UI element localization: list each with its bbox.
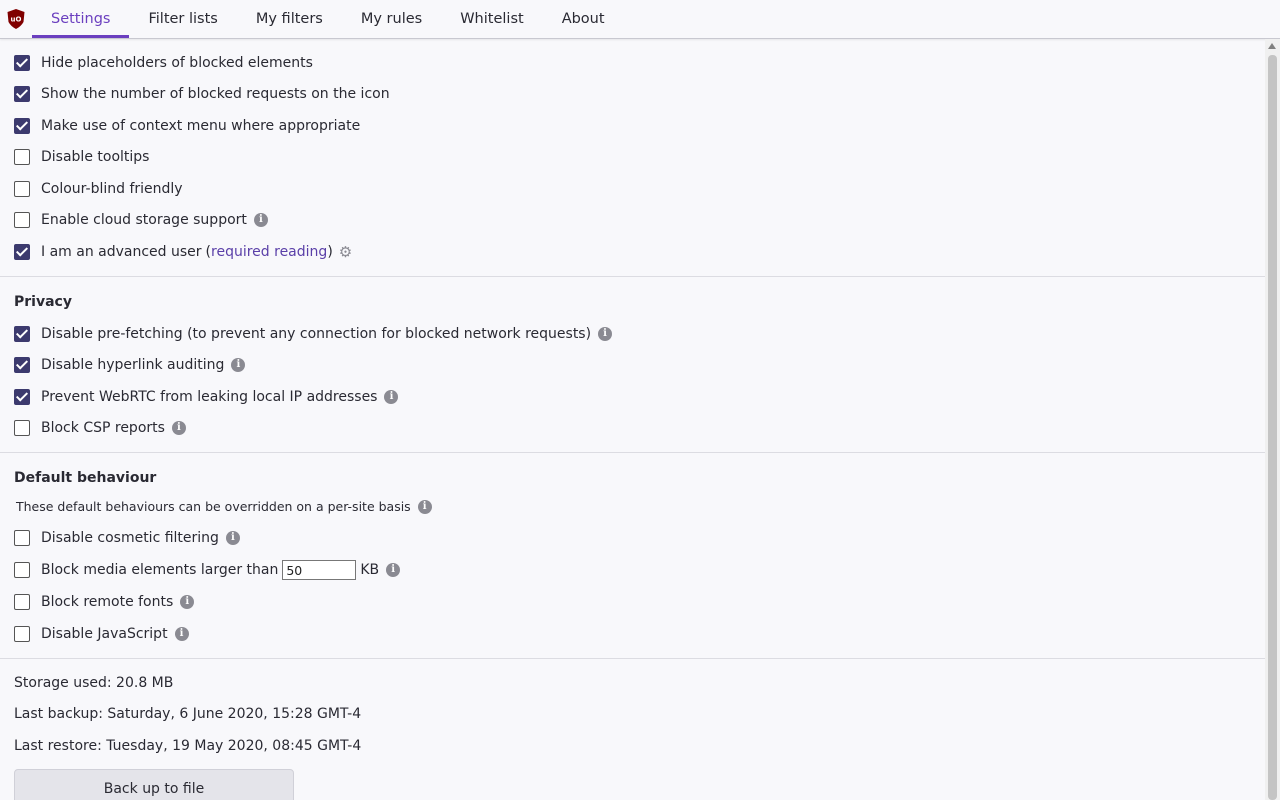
- option-label: Disable cosmetic filtering: [41, 530, 219, 546]
- checkbox[interactable]: [14, 594, 30, 610]
- option-context-menu[interactable]: Make use of context menu where appropria…: [14, 116, 360, 136]
- option-disable-tooltips[interactable]: Disable tooltips: [14, 147, 149, 167]
- info-icon[interactable]: i: [598, 327, 613, 341]
- gears-icon[interactable]: ⚙: [339, 243, 352, 261]
- info-icon[interactable]: i: [253, 213, 268, 227]
- scrollbar[interactable]: [1265, 39, 1280, 800]
- section-divider: [0, 452, 1265, 453]
- paren-close: ): [327, 244, 333, 260]
- section-divider: [0, 658, 1265, 659]
- checkbox[interactable]: [14, 149, 30, 165]
- option-label: I am an advanced user: [41, 244, 202, 260]
- option-label: Disable JavaScript: [41, 626, 168, 642]
- info-icon[interactable]: i: [386, 563, 401, 577]
- option-disable-javascript[interactable]: Disable JavaScript i: [14, 624, 189, 644]
- note-text: These default behaviours can be overridd…: [16, 499, 411, 514]
- info-icon[interactable]: i: [180, 595, 195, 609]
- option-prevent-webrtc[interactable]: Prevent WebRTC from leaking local IP add…: [14, 387, 399, 407]
- checkbox[interactable]: [14, 244, 30, 260]
- checkbox[interactable]: [14, 420, 30, 436]
- checkbox[interactable]: [14, 357, 30, 373]
- option-label: Enable cloud storage support: [41, 212, 247, 228]
- tab-whitelist[interactable]: Whitelist: [441, 0, 542, 38]
- checkbox[interactable]: [14, 181, 30, 197]
- option-label: Block CSP reports: [41, 420, 165, 436]
- info-icon[interactable]: i: [384, 390, 399, 404]
- media-size-input[interactable]: [282, 560, 357, 580]
- scroll-up-arrow-icon[interactable]: [1268, 43, 1276, 49]
- storage-used: Storage used: 20.8 MB: [14, 675, 174, 691]
- info-icon[interactable]: i: [171, 421, 186, 435]
- option-label: Disable pre-fetching (to prevent any con…: [41, 326, 592, 342]
- info-icon[interactable]: i: [174, 627, 189, 641]
- option-disable-prefetching[interactable]: Disable pre-fetching (to prevent any con…: [14, 324, 613, 344]
- option-show-blocked-count[interactable]: Show the number of blocked requests on t…: [14, 84, 390, 104]
- required-reading-link[interactable]: required reading: [211, 244, 327, 260]
- option-disable-hyperlink-auditing[interactable]: Disable hyperlink auditing i: [14, 355, 246, 375]
- tab-settings[interactable]: Settings: [32, 0, 130, 38]
- option-label: Prevent WebRTC from leaking local IP add…: [41, 389, 378, 405]
- last-restore: Last restore: Tuesday, 19 May 2020, 08:4…: [14, 738, 362, 754]
- option-block-media-elements[interactable]: Block media elements larger than KB i: [14, 560, 401, 580]
- option-advanced-user[interactable]: I am an advanced user (required reading)…: [14, 242, 352, 262]
- checkbox[interactable]: [14, 212, 30, 228]
- option-label: Disable hyperlink auditing: [41, 357, 225, 373]
- privacy-heading: Privacy: [14, 294, 72, 310]
- option-label: Block media elements larger than: [41, 562, 279, 578]
- info-icon[interactable]: i: [417, 499, 432, 514]
- tab-about[interactable]: About: [543, 0, 624, 38]
- ublock-logo-icon: uO: [7, 9, 25, 29]
- checkbox[interactable]: [14, 389, 30, 405]
- option-hide-placeholders[interactable]: Hide placeholders of blocked elements: [14, 53, 313, 73]
- checkbox[interactable]: [14, 562, 30, 578]
- checkbox[interactable]: [14, 86, 30, 102]
- tab-my-rules[interactable]: My rules: [342, 0, 441, 38]
- media-size-unit: KB: [360, 562, 380, 578]
- settings-content: Hide placeholders of blocked elements Sh…: [0, 39, 1265, 800]
- default-behaviour-note: These default behaviours can be overridd…: [16, 499, 432, 514]
- checkbox[interactable]: [14, 326, 30, 342]
- section-divider: [0, 276, 1265, 277]
- checkbox[interactable]: [14, 55, 30, 71]
- option-label: Colour-blind friendly: [41, 181, 183, 197]
- option-label: Show the number of blocked requests on t…: [41, 86, 390, 102]
- option-disable-cosmetic-filtering[interactable]: Disable cosmetic filtering i: [14, 528, 240, 548]
- checkbox[interactable]: [14, 626, 30, 642]
- option-block-remote-fonts[interactable]: Block remote fonts i: [14, 592, 195, 612]
- backup-to-file-button[interactable]: Back up to file: [14, 769, 294, 800]
- checkbox[interactable]: [14, 118, 30, 134]
- checkbox[interactable]: [14, 530, 30, 546]
- option-label: Disable tooltips: [41, 149, 150, 165]
- option-label: Block remote fonts: [41, 594, 174, 610]
- last-backup: Last backup: Saturday, 6 June 2020, 15:2…: [14, 706, 362, 722]
- info-icon[interactable]: i: [225, 531, 240, 545]
- default-behaviour-heading: Default behaviour: [14, 470, 157, 486]
- tab-filter-lists[interactable]: Filter lists: [129, 0, 236, 38]
- scrollbar-thumb[interactable]: [1268, 55, 1277, 800]
- option-block-csp-reports[interactable]: Block CSP reports i: [14, 418, 186, 438]
- option-label: Make use of context menu where appropria…: [41, 118, 361, 134]
- option-cloud-storage[interactable]: Enable cloud storage support i: [14, 210, 268, 230]
- option-colour-blind[interactable]: Colour-blind friendly: [14, 179, 183, 199]
- tab-my-filters[interactable]: My filters: [237, 0, 342, 38]
- tab-bar: uO Settings Filter lists My filters My r…: [0, 0, 1280, 39]
- info-icon[interactable]: i: [231, 358, 246, 372]
- option-label: Hide placeholders of blocked elements: [41, 55, 313, 71]
- svg-text:uO: uO: [11, 16, 22, 24]
